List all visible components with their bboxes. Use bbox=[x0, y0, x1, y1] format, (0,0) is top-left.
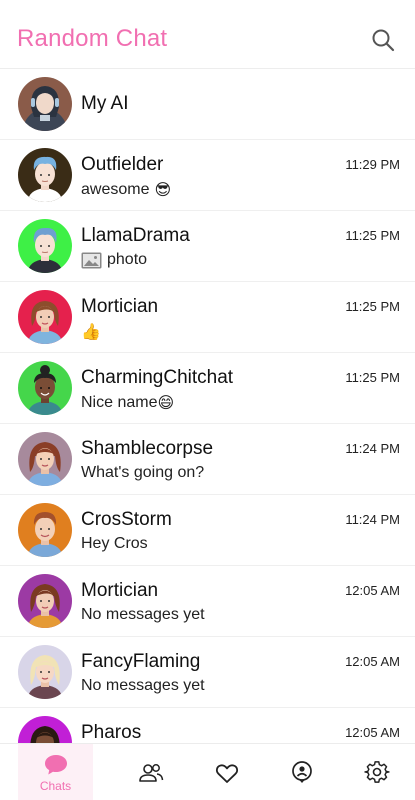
timestamp: 11:25 PM bbox=[345, 299, 400, 314]
emoji: 😄 bbox=[157, 393, 175, 412]
nav-chats[interactable]: Chats bbox=[18, 744, 93, 800]
chat-name: CrosStorm bbox=[81, 509, 172, 530]
nav-favorites[interactable] bbox=[189, 744, 264, 800]
chat-name: Mortician bbox=[81, 580, 159, 601]
last-message: Nice name 😄 bbox=[81, 393, 174, 412]
chat-row-mortician[interactable]: Mortician 👍 11:25 PM bbox=[0, 282, 415, 353]
chat-bubble-icon bbox=[44, 755, 67, 775]
app: Random Chat My AI Outfielder awesome 😎 1… bbox=[0, 0, 415, 800]
chat-row-pharos[interactable]: Pharos 12:05 AM bbox=[0, 708, 415, 743]
message-text: No messages yet bbox=[81, 677, 205, 694]
message-text: photo bbox=[107, 251, 148, 268]
avatar bbox=[18, 574, 72, 628]
last-message: 👍 bbox=[81, 322, 101, 341]
gear-icon bbox=[363, 760, 390, 783]
message-text: Nice name bbox=[81, 393, 158, 411]
chat-row-outfielder[interactable]: Outfielder awesome 😎 11:29 PM bbox=[0, 140, 415, 211]
avatar bbox=[18, 716, 72, 743]
avatar bbox=[18, 148, 72, 202]
location-icon bbox=[291, 760, 312, 783]
chat-row-my-ai[interactable]: My AI bbox=[0, 69, 415, 140]
nav-friends[interactable] bbox=[113, 744, 188, 800]
chat-row-crosstorm[interactable]: CrosStorm Hey Cros 11:24 PM bbox=[0, 495, 415, 566]
last-message: photo bbox=[81, 251, 147, 269]
avatar bbox=[18, 645, 72, 699]
heart-icon bbox=[215, 763, 238, 783]
avatar bbox=[18, 77, 72, 131]
timestamp: 11:24 PM bbox=[345, 512, 400, 527]
timestamp: 11:29 PM bbox=[345, 157, 400, 172]
avatar bbox=[18, 219, 72, 273]
chat-name: Outfielder bbox=[81, 154, 164, 175]
last-message: No messages yet bbox=[81, 677, 205, 695]
chat-row-fancyflaming[interactable]: FancyFlaming No messages yet 12:05 AM bbox=[0, 637, 415, 708]
timestamp: 12:05 AM bbox=[345, 725, 400, 740]
message-text: Hey Cros bbox=[81, 535, 148, 552]
nav-settings[interactable] bbox=[339, 744, 414, 800]
chat-name: My AI bbox=[81, 93, 129, 114]
avatar bbox=[18, 503, 72, 557]
chat-list: My AI Outfielder awesome 😎 11:29 PM Llam… bbox=[0, 69, 415, 743]
message-text: awesome bbox=[81, 180, 150, 198]
last-message: awesome 😎 bbox=[81, 180, 171, 199]
chat-row-mortician-2[interactable]: Mortician No messages yet 12:05 AM bbox=[0, 566, 415, 637]
avatar bbox=[18, 361, 72, 415]
thumbs-up-emoji: 👍 bbox=[81, 322, 101, 341]
message-text: No messages yet bbox=[81, 606, 205, 623]
nav-nearby[interactable] bbox=[264, 744, 339, 800]
timestamp: 12:05 AM bbox=[345, 654, 400, 669]
last-message: No messages yet bbox=[81, 606, 205, 624]
last-message: What's going on? bbox=[81, 464, 204, 482]
chat-name: CharmingChitchat bbox=[81, 367, 234, 388]
robot-avatar-icon bbox=[18, 77, 72, 131]
people-icon bbox=[138, 763, 163, 782]
chat-name: Shamblecorpse bbox=[81, 438, 214, 459]
app-title: Random Chat bbox=[17, 25, 168, 52]
image-icon bbox=[81, 252, 102, 268]
chat-name: Mortician bbox=[81, 296, 159, 317]
timestamp: 12:05 AM bbox=[345, 583, 400, 598]
chat-name: LlamaDrama bbox=[81, 225, 190, 246]
message-text: What's going on? bbox=[81, 464, 205, 481]
chat-name: FancyFlaming bbox=[81, 651, 201, 672]
chat-row-shamblecorpse[interactable]: Shamblecorpse What's going on? 11:24 PM bbox=[0, 424, 415, 495]
timestamp: 11:25 PM bbox=[345, 228, 400, 243]
avatar bbox=[18, 432, 72, 486]
chat-name: Pharos bbox=[81, 722, 142, 743]
last-message: Hey Cros bbox=[81, 535, 148, 553]
bottom-navigation: Chats bbox=[0, 743, 415, 800]
avatar bbox=[18, 290, 72, 344]
timestamp: 11:25 PM bbox=[345, 370, 400, 385]
top-app-bar: Random Chat bbox=[0, 0, 415, 69]
nav-chats-label: Chats bbox=[39, 779, 72, 793]
search-icon[interactable] bbox=[371, 28, 395, 52]
chat-row-charmingchitchat[interactable]: CharmingChitchat Nice name 😄 11:25 PM bbox=[0, 353, 415, 424]
emoji: 😎 bbox=[154, 180, 172, 199]
timestamp: 11:24 PM bbox=[345, 441, 400, 456]
chat-row-llamadrama[interactable]: LlamaDrama photo 11:25 PM bbox=[0, 211, 415, 282]
